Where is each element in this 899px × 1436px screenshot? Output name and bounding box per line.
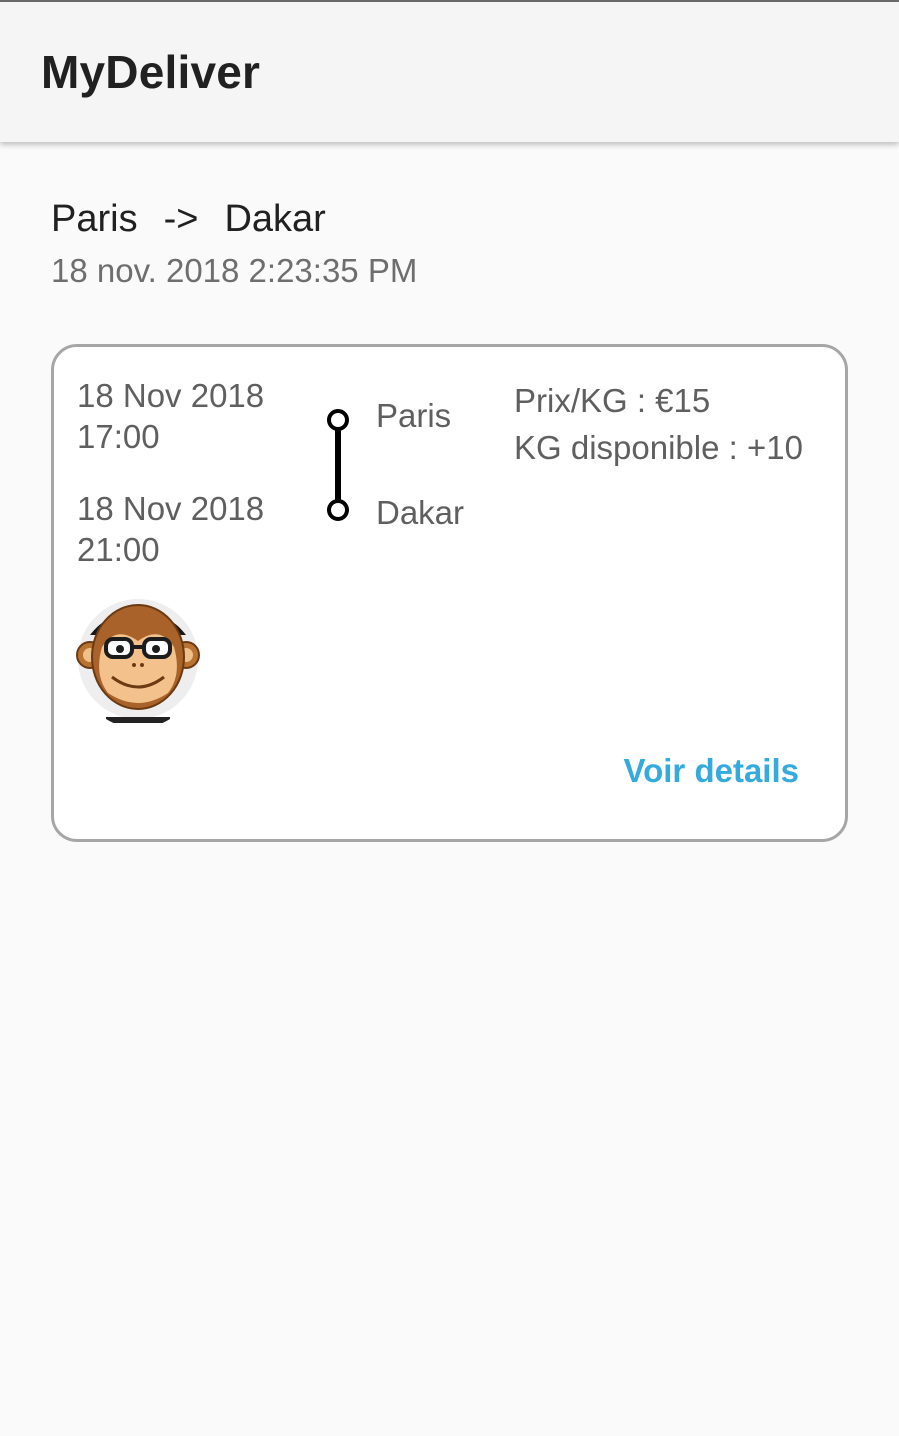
departure-time: 17:00 <box>77 418 160 455</box>
price-per-kg: Prix/KG : €15 <box>514 382 711 419</box>
route-header: Paris -> Dakar <box>51 198 326 241</box>
origin-city: Paris <box>376 397 452 434</box>
route-arrow: -> <box>163 198 199 240</box>
price-info: Prix/KG : €15 KG disponible : +10 <box>514 377 803 471</box>
departure-datetime: 18 Nov 2018 17:00 <box>77 375 264 457</box>
monkey-avatar-icon <box>76 599 200 723</box>
departure-date: 18 Nov 2018 <box>77 377 265 414</box>
app-bar: MyDeliver <box>0 2 899 142</box>
view-details-link[interactable]: Voir details <box>624 752 799 790</box>
route-timeline-icon <box>327 409 349 521</box>
app-title: MyDeliver <box>41 46 261 98</box>
trip-card[interactable]: 18 Nov 2018 17:00 18 Nov 2018 21:00 Pari… <box>51 344 848 842</box>
route-from: Paris <box>51 198 138 240</box>
arrival-datetime: 18 Nov 2018 21:00 <box>77 488 264 570</box>
route-to: Dakar <box>224 198 326 240</box>
arrival-time: 21:00 <box>77 531 160 568</box>
route-date: 18 nov. 2018 2:23:35 PM <box>51 252 418 289</box>
arrival-date: 18 Nov 2018 <box>77 490 265 527</box>
destination-city: Dakar <box>376 494 465 531</box>
kg-available: KG disponible : +10 <box>514 429 803 466</box>
